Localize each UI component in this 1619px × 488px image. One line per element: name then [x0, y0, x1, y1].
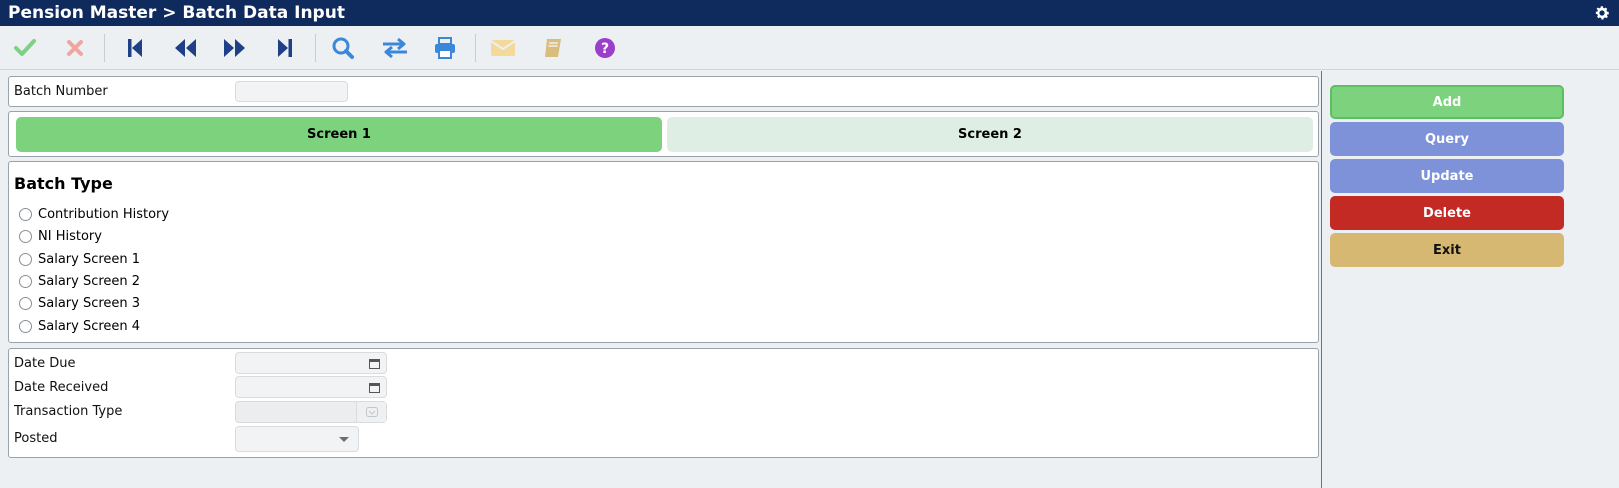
next-record-button[interactable]: [220, 34, 250, 62]
batch-number-label: Batch Number: [14, 84, 108, 99]
print-button[interactable]: [430, 34, 460, 62]
calendar-icon[interactable]: [369, 358, 380, 369]
help-button[interactable]: ?: [590, 34, 620, 62]
radio-salary-screen-3[interactable]: Salary Screen 3: [19, 293, 140, 313]
radio-label: Salary Screen 3: [38, 295, 141, 311]
confirm-button[interactable]: [10, 34, 40, 62]
date-received-label: Date Received: [14, 380, 109, 395]
help-icon: ?: [595, 38, 615, 58]
search-button[interactable]: [328, 34, 358, 62]
update-button[interactable]: Update: [1330, 159, 1564, 193]
search-icon: [332, 37, 354, 59]
swap-button[interactable]: [380, 34, 410, 62]
date-due-label: Date Due: [14, 356, 76, 371]
delete-button[interactable]: Delete: [1330, 196, 1564, 230]
radio-button[interactable]: [19, 207, 32, 221]
lookup-button[interactable]: [356, 402, 386, 422]
title-bar: Pension Master > Batch Data Input: [0, 0, 1619, 26]
previous-record-button[interactable]: [170, 34, 200, 62]
query-button[interactable]: Query: [1330, 122, 1564, 156]
first-record-button[interactable]: [120, 34, 150, 62]
radio-label: Salary Screen 2: [38, 273, 141, 289]
main-content: Batch Number Screen 1 Screen 2 Batch Typ…: [0, 71, 1321, 488]
radio-button[interactable]: [19, 252, 32, 266]
close-icon: [67, 40, 83, 56]
swap-icon: [383, 37, 407, 59]
radio-salary-screen-4[interactable]: Salary Screen 4: [19, 316, 140, 336]
svg-text:?: ?: [601, 41, 609, 57]
email-button[interactable]: [488, 34, 518, 62]
date-received-input[interactable]: [235, 376, 387, 398]
batch-type-heading: Batch Type: [14, 174, 113, 193]
radio-label: Salary Screen 4: [38, 318, 141, 334]
radio-button[interactable]: [19, 319, 32, 333]
radio-salary-screen-1[interactable]: Salary Screen 1: [19, 249, 140, 269]
next-record-icon: [224, 39, 245, 57]
last-record-button[interactable]: [270, 34, 300, 62]
tab-screen-2[interactable]: Screen 2: [667, 117, 1313, 152]
posted-label: Posted: [14, 431, 58, 446]
page-title: Pension Master > Batch Data Input: [8, 3, 345, 23]
check-icon: [14, 39, 36, 56]
gear-icon[interactable]: [1593, 4, 1611, 22]
radio-label: Contribution History: [38, 206, 170, 222]
batch-number-panel: Batch Number: [8, 76, 1319, 107]
radio-label: NI History: [38, 228, 102, 244]
radio-ni-history[interactable]: NI History: [19, 226, 102, 246]
previous-record-icon: [175, 39, 196, 57]
add-button[interactable]: Add: [1330, 85, 1564, 119]
print-icon: [435, 37, 455, 59]
exit-button[interactable]: Exit: [1330, 233, 1564, 267]
radio-contribution-history[interactable]: Contribution History: [19, 204, 169, 224]
transaction-type-input[interactable]: [235, 401, 387, 423]
batch-type-panel: Batch Type Contribution History NI Histo…: [8, 161, 1319, 343]
transaction-type-label: Transaction Type: [14, 404, 123, 419]
details-panel: Date Due Date Received Transaction Type …: [8, 348, 1319, 458]
date-due-input[interactable]: [235, 352, 387, 374]
book-icon: [545, 39, 561, 57]
posted-select[interactable]: [235, 426, 359, 452]
radio-button[interactable]: [19, 274, 32, 288]
last-record-icon: [278, 39, 292, 57]
radio-button[interactable]: [19, 229, 32, 243]
chevron-down-icon: [339, 437, 349, 442]
calendar-icon[interactable]: [369, 382, 380, 393]
tab-screen-1[interactable]: Screen 1: [16, 117, 662, 152]
book-button[interactable]: [538, 34, 568, 62]
radio-label: Salary Screen 1: [38, 251, 141, 267]
radio-salary-screen-2[interactable]: Salary Screen 2: [19, 271, 140, 291]
cancel-button[interactable]: [60, 34, 90, 62]
batch-number-input[interactable]: [235, 81, 348, 102]
envelope-icon: [490, 40, 516, 56]
first-record-icon: [128, 39, 142, 57]
screen-tabs: Screen 1 Screen 2: [8, 111, 1319, 157]
lookup-icon: [366, 407, 378, 417]
radio-button[interactable]: [19, 296, 32, 310]
toolbar: ?: [0, 26, 1619, 70]
action-sidebar: Add Query Update Delete Exit: [1322, 71, 1619, 488]
